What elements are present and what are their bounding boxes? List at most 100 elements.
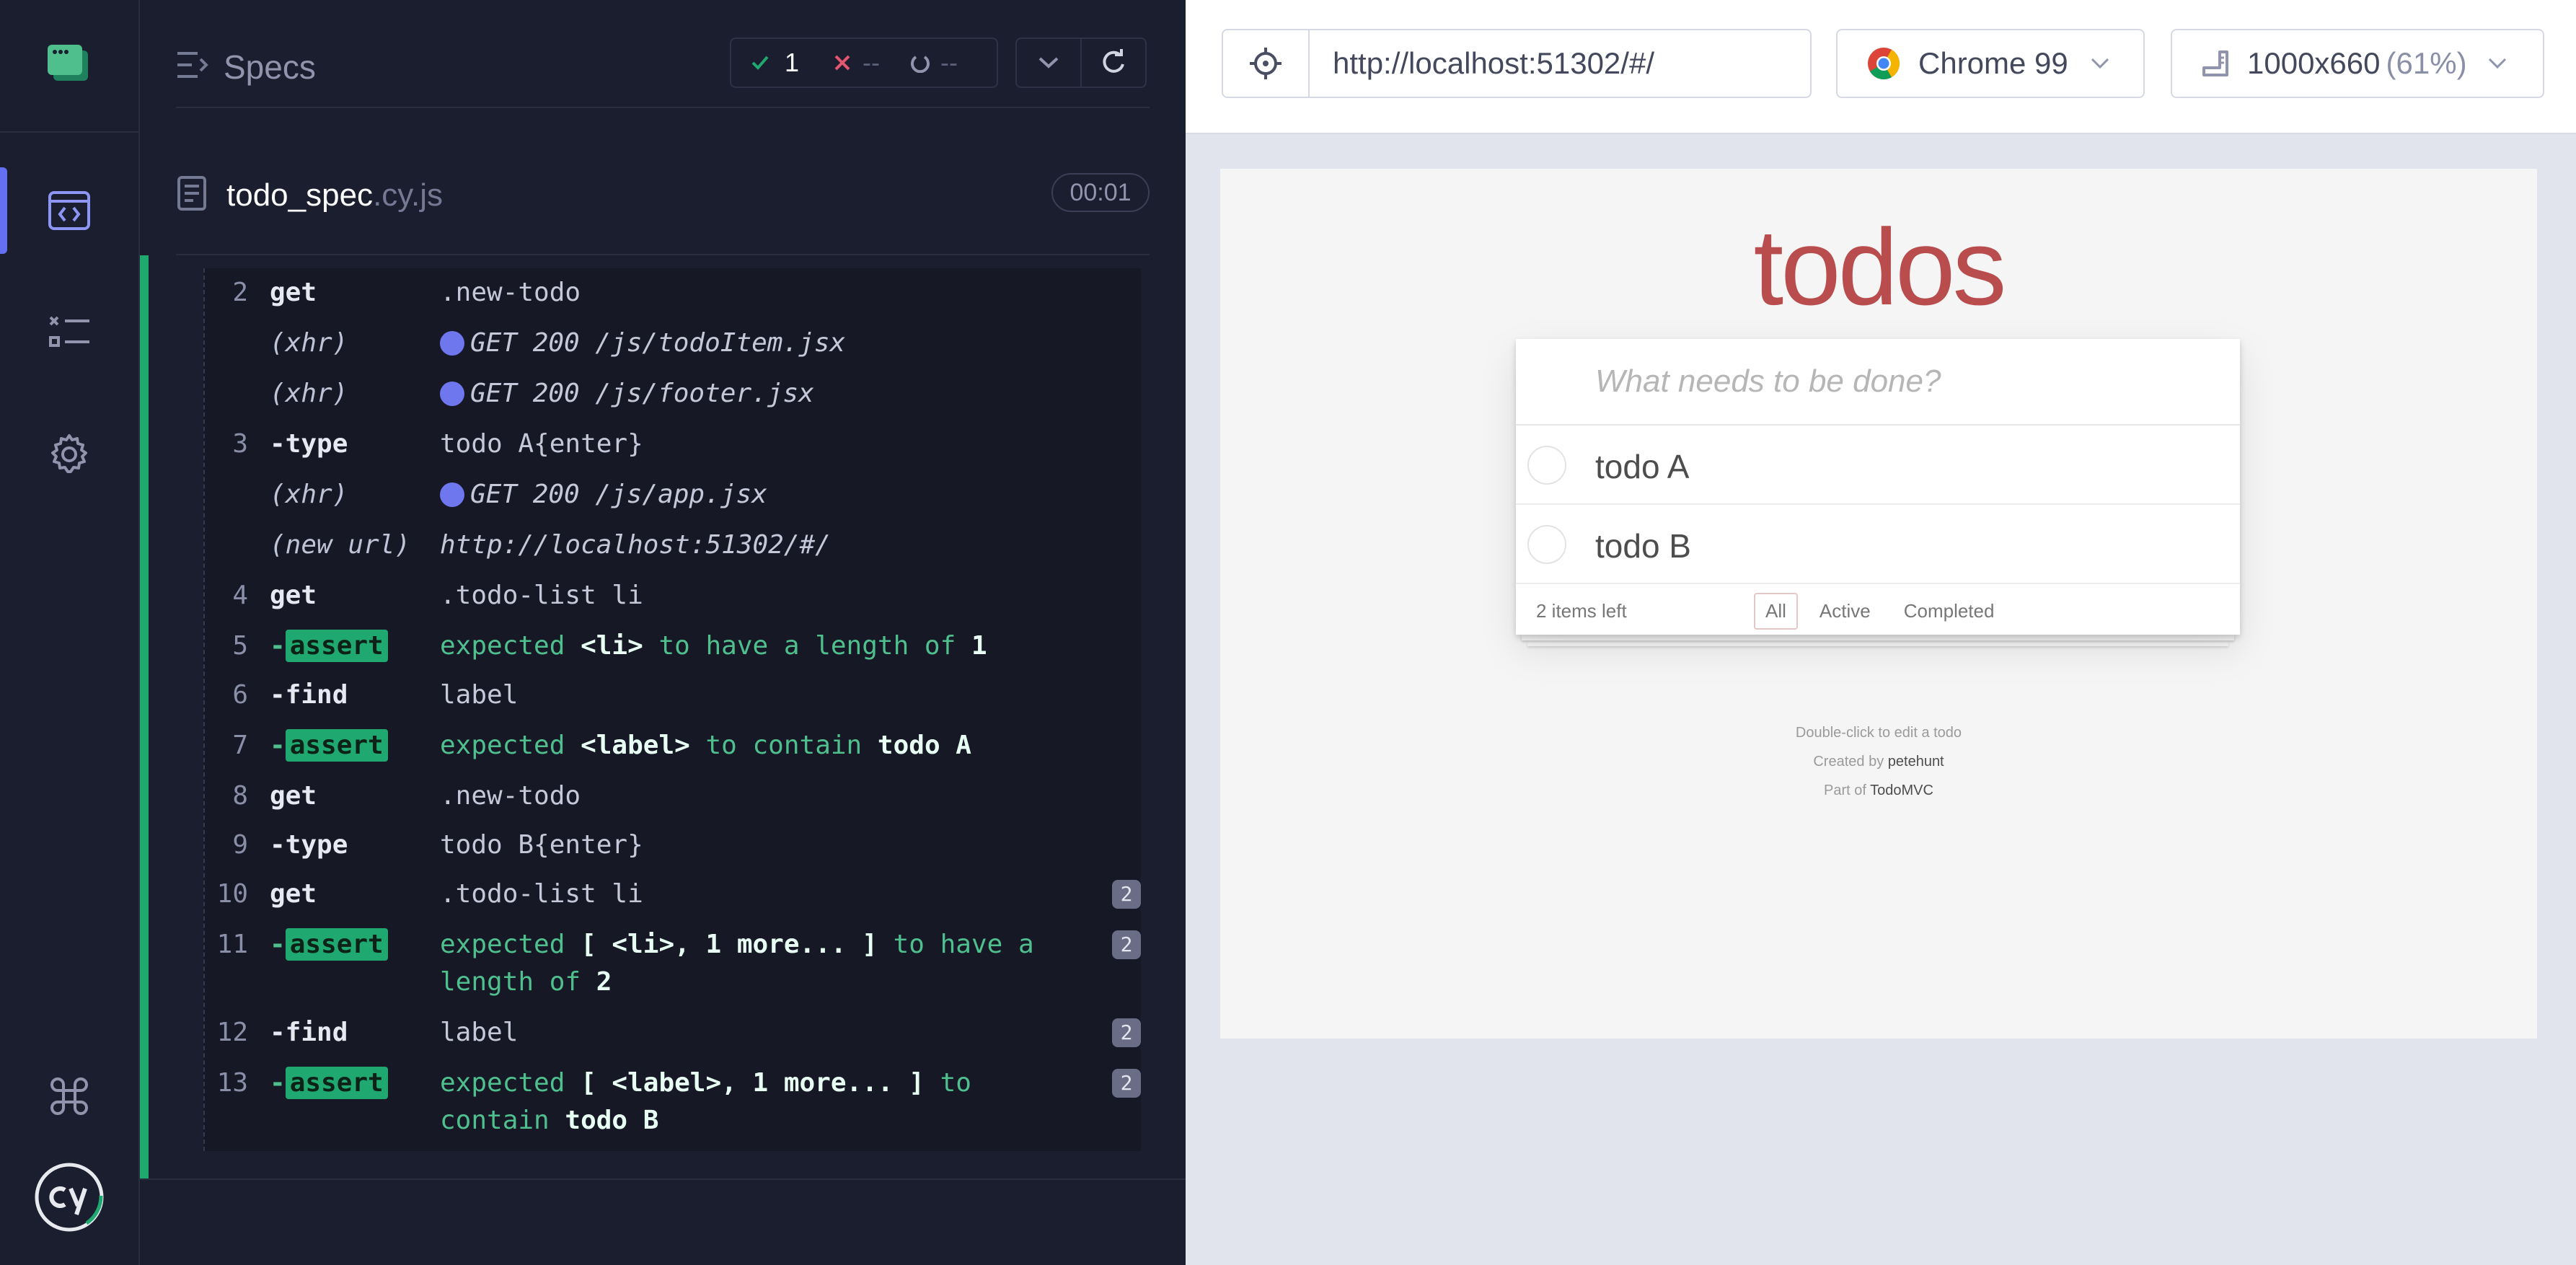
cypress-logo-button[interactable]	[0, 1154, 138, 1240]
assert-badge: assert	[285, 1067, 388, 1099]
crosshair-icon	[1250, 48, 1282, 79]
command-count-badge: 2	[1112, 1069, 1141, 1098]
specs-list-icon[interactable]	[176, 50, 209, 83]
browser-code-icon	[48, 191, 90, 230]
todo-item[interactable]: todo B	[1516, 505, 2240, 584]
aut-header: http://localhost:51302/#/ Chrome 99 1000…	[1186, 0, 2576, 134]
command-number: 10	[216, 879, 248, 909]
test-stats: 1 -- --	[730, 38, 998, 88]
viewport-size: 1000x660	[2247, 46, 2381, 80]
command-name: (new url)	[270, 530, 411, 560]
passed-count: 1	[750, 48, 799, 78]
assert-badge: assert	[285, 630, 388, 662]
command-number: 4	[232, 581, 248, 610]
x-icon	[834, 55, 850, 71]
chevron-down-icon	[2091, 58, 2109, 69]
new-todo-input[interactable]: What needs to be done?	[1516, 339, 2240, 426]
command-number: 9	[232, 830, 248, 860]
command-name: -type	[270, 830, 348, 860]
checklist-icon	[49, 316, 89, 347]
xhr-status-dot-icon	[440, 331, 464, 356]
url-bar[interactable]: http://localhost:51302/#/	[1222, 29, 1812, 98]
command-message: label	[440, 680, 519, 710]
command-number: 3	[232, 429, 248, 459]
command-message: expected <label> to contain todo A	[440, 731, 971, 760]
nav-settings-button[interactable]	[0, 411, 138, 498]
reporter-panel: Specs 1 -- -- todo_spec.cy.js 00:01 2 ge…	[140, 0, 1186, 1265]
chrome-icon	[1868, 48, 1900, 80]
author-link[interactable]: petehunt	[1888, 754, 1944, 770]
command-name: - assert	[270, 926, 388, 964]
gear-icon	[51, 434, 87, 473]
spec-file-basename: todo_spec	[226, 177, 374, 213]
filter-all[interactable]: All	[1754, 593, 1798, 630]
command-name: get	[270, 781, 317, 811]
command-number: 11	[216, 930, 248, 959]
command-name: -find	[270, 1018, 348, 1047]
command-number: 5	[232, 631, 248, 661]
command-message: todo A{enter}	[440, 429, 643, 459]
command-message: GET 200 /js/todoItem.jsx	[440, 325, 1060, 362]
command-name: - assert	[270, 727, 388, 764]
command-number: 7	[232, 731, 248, 760]
command-message: .todo-list li	[440, 581, 643, 610]
selector-playground-button[interactable]	[1223, 30, 1310, 97]
document-icon	[177, 176, 206, 214]
specs-title[interactable]: Specs	[224, 48, 316, 87]
viewport-selector[interactable]: 1000x660 (61%)	[2171, 29, 2544, 98]
info-edit-hint: Double-click to edit a todo	[1795, 725, 1962, 741]
command-message: .new-todo	[440, 781, 581, 811]
rerun-button[interactable]	[1080, 39, 1145, 87]
filter-active[interactable]: Active	[1808, 593, 1882, 630]
nav-runs-button[interactable]	[0, 290, 138, 376]
xhr-status-dot-icon	[440, 382, 464, 406]
nav-specs-button[interactable]	[0, 167, 138, 254]
spec-file-extension: .cy.js	[373, 177, 444, 213]
command-message: todo B{enter}	[440, 830, 643, 860]
command-message: GET 200 /js/app.jsx	[440, 476, 1060, 514]
test-pass-indicator	[140, 255, 149, 1180]
todo-label: todo B	[1595, 527, 1691, 565]
browser-selector[interactable]: Chrome 99	[1836, 29, 2145, 98]
todo-toggle-checkbox[interactable]	[1527, 525, 1566, 564]
command-key-icon	[50, 1077, 88, 1115]
command-number: 12	[216, 1018, 248, 1047]
ruler-icon	[2202, 50, 2228, 76]
failed-count: --	[832, 48, 880, 78]
command-name: (xhr)	[270, 379, 348, 408]
todo-label: todo A	[1595, 448, 1690, 485]
url-text: http://localhost:51302/#/	[1333, 46, 1654, 80]
spec-duration: 00:01	[1051, 173, 1150, 212]
todo-toggle-checkbox[interactable]	[1527, 446, 1566, 485]
test-runnable: 2 get .new-todo (xhr) GET 200 /js/todoIt…	[140, 255, 1150, 1180]
xhr-status-dot-icon	[440, 482, 464, 507]
todo-app: What needs to be done? todo A todo B 2 i…	[1516, 339, 2240, 635]
reporter-bottom-divider	[140, 1178, 1186, 1180]
command-number: 2	[232, 278, 248, 307]
viewport-scale: (61%)	[2386, 46, 2467, 80]
todo-item[interactable]: todo A	[1516, 426, 2240, 505]
nav-divider	[0, 131, 138, 133]
command-name: -type	[270, 429, 348, 459]
command-number: 6	[232, 680, 248, 710]
info-part-of: Part of TodoMVC	[1824, 783, 1933, 798]
chevron-down-icon	[2488, 58, 2506, 69]
expand-collapse-button[interactable]	[1017, 39, 1080, 87]
command-name: (xhr)	[270, 480, 348, 509]
todomvc-link[interactable]: TodoMVC	[1870, 783, 1933, 798]
command-message: .todo-list li	[440, 879, 643, 909]
filters: All Active Completed	[1754, 593, 2016, 630]
nav-keyboard-shortcuts-button[interactable]	[0, 1053, 138, 1140]
command-message: expected [ <label>, 1 more... ] to contai…	[440, 1068, 971, 1135]
filter-completed[interactable]: Completed	[1892, 593, 2006, 630]
spec-file-name[interactable]: todo_spec.cy.js	[226, 177, 443, 213]
command-log: 2 get .new-todo (xhr) GET 200 /js/todoIt…	[203, 268, 1141, 1151]
assert-badge: assert	[285, 729, 388, 762]
command-message: expected <li> to have a length of 1	[440, 631, 987, 661]
todo-footer: 2 items left All Active Completed	[1516, 584, 2240, 635]
side-nav	[0, 0, 140, 1265]
reporter-header	[176, 26, 1150, 108]
command-count-badge: 2	[1112, 1018, 1141, 1047]
command-number: 13	[216, 1068, 248, 1098]
command-name: get	[270, 581, 317, 610]
